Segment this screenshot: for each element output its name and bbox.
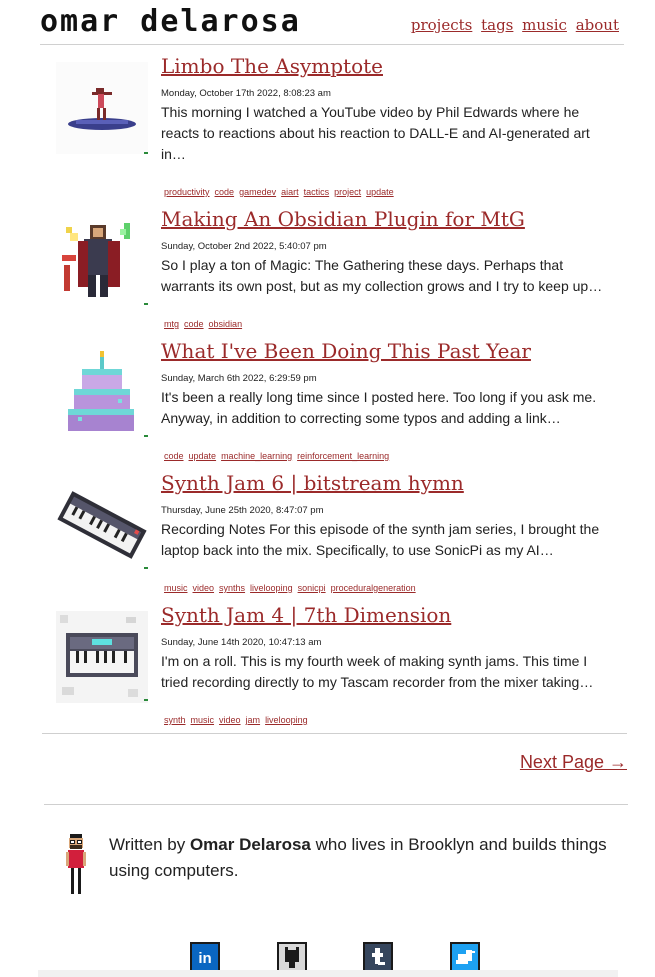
tag-link[interactable]: video [219,715,241,725]
post-date: Monday, October 17th 2022, 8:08:23 am [161,88,331,99]
post-title-link[interactable]: Limbo The Asymptote [161,54,383,78]
birthday-cake-icon[interactable] [56,347,148,439]
main-nav: projects tags music about [407,16,619,34]
post-tags: code update machine_learning reinforcement_… [164,451,394,461]
tag-link[interactable]: update [366,187,394,197]
footer-divider [44,804,628,805]
nav-music[interactable]: music [522,16,567,34]
post-date: Sunday, March 6th 2022, 6:29:59 pm [161,373,317,384]
nav-projects[interactable]: projects [411,16,472,34]
tag-link[interactable]: code [164,451,184,461]
tag-link[interactable]: proceduralgeneration [331,583,416,593]
tag-link[interactable]: video [193,583,215,593]
tag-link[interactable]: livelooping [250,583,293,593]
post-tags: music video synths livelooping sonicpi proced… [164,583,421,593]
post-title-link[interactable]: Synth Jam 4 | 7th Dimension [161,603,451,627]
linkedin-icon[interactable]: in [190,942,220,972]
tag-link[interactable]: livelooping [265,715,308,725]
tag-link[interactable]: music [164,583,188,593]
post-title-link[interactable]: Synth Jam 6 | bitstream hymn [161,471,464,495]
post-date: Sunday, June 14th 2020, 10:47:13 am [161,637,322,648]
tag-link[interactable]: reinforcement_learning [297,451,389,461]
footer-bar [38,970,618,977]
post-excerpt: Recording Notes For this episode of the … [161,521,600,558]
post-excerpt: This morning I watched a YouTube video b… [161,104,590,162]
post-title-link[interactable]: What I've Been Doing This Past Year [161,339,531,363]
tag-link[interactable]: gamedev [239,187,276,197]
post-date: Thursday, June 25th 2020, 8:47:07 pm [161,505,324,516]
site-header: omar delarosa projects tags music about [40,0,624,45]
tag-link[interactable]: synths [219,583,245,593]
author-avatar-icon [64,832,88,896]
author-bio: Written by Omar Delarosa who lives in Br… [109,832,609,884]
tag-link[interactable]: obsidian [209,319,243,329]
tag-link[interactable]: update [189,451,217,461]
tag-link[interactable]: mtg [164,319,179,329]
tag-link[interactable]: productivity [164,187,210,197]
post-tags: mtg code obsidian [164,319,247,329]
tag-link[interactable]: music [191,715,215,725]
post-excerpt: It's been a really long time since I pos… [161,389,597,426]
tag-link[interactable]: project [334,187,361,197]
synth-mixer-icon[interactable] [56,611,148,703]
post-excerpt: I'm on a roll. This is my fourth week of… [161,653,594,690]
tag-link[interactable]: tactics [304,187,330,197]
post-excerpt: So I play a ton of Magic: The Gathering … [161,257,603,294]
tag-link[interactable]: jam [246,715,261,725]
tag-link[interactable]: aiart [281,187,299,197]
svg-text:in: in [198,950,211,967]
github-icon[interactable] [277,942,307,972]
tag-link[interactable]: machine_learning [221,451,292,461]
keyboard-synth-icon[interactable] [56,479,148,571]
next-page-link[interactable]: Next Page → [520,752,627,773]
dancer-on-platform-icon[interactable] [56,62,148,154]
nav-about[interactable]: about [576,16,619,34]
bio-prefix: Written by [109,835,190,854]
nav-tags[interactable]: tags [481,16,513,34]
site-logo[interactable]: omar delarosa [40,4,301,39]
tag-link[interactable]: code [215,187,235,197]
post-tags: productivity code gamedev aiart tactics proje… [164,187,399,197]
tag-link[interactable]: code [184,319,204,329]
tag-link[interactable]: sonicpi [298,583,326,593]
author-name: Omar Delarosa [189,835,311,854]
list-divider [42,733,627,734]
post-title-link[interactable]: Making An Obsidian Plugin for MtG [161,207,525,231]
planeswalker-icon[interactable] [56,215,148,307]
tag-link[interactable]: synth [164,715,186,725]
tumblr-icon[interactable] [363,942,393,972]
post-date: Sunday, October 2nd 2022, 5:40:07 pm [161,241,327,252]
post-tags: synth music video jam livelooping [164,715,313,725]
twitter-icon[interactable] [450,942,480,972]
